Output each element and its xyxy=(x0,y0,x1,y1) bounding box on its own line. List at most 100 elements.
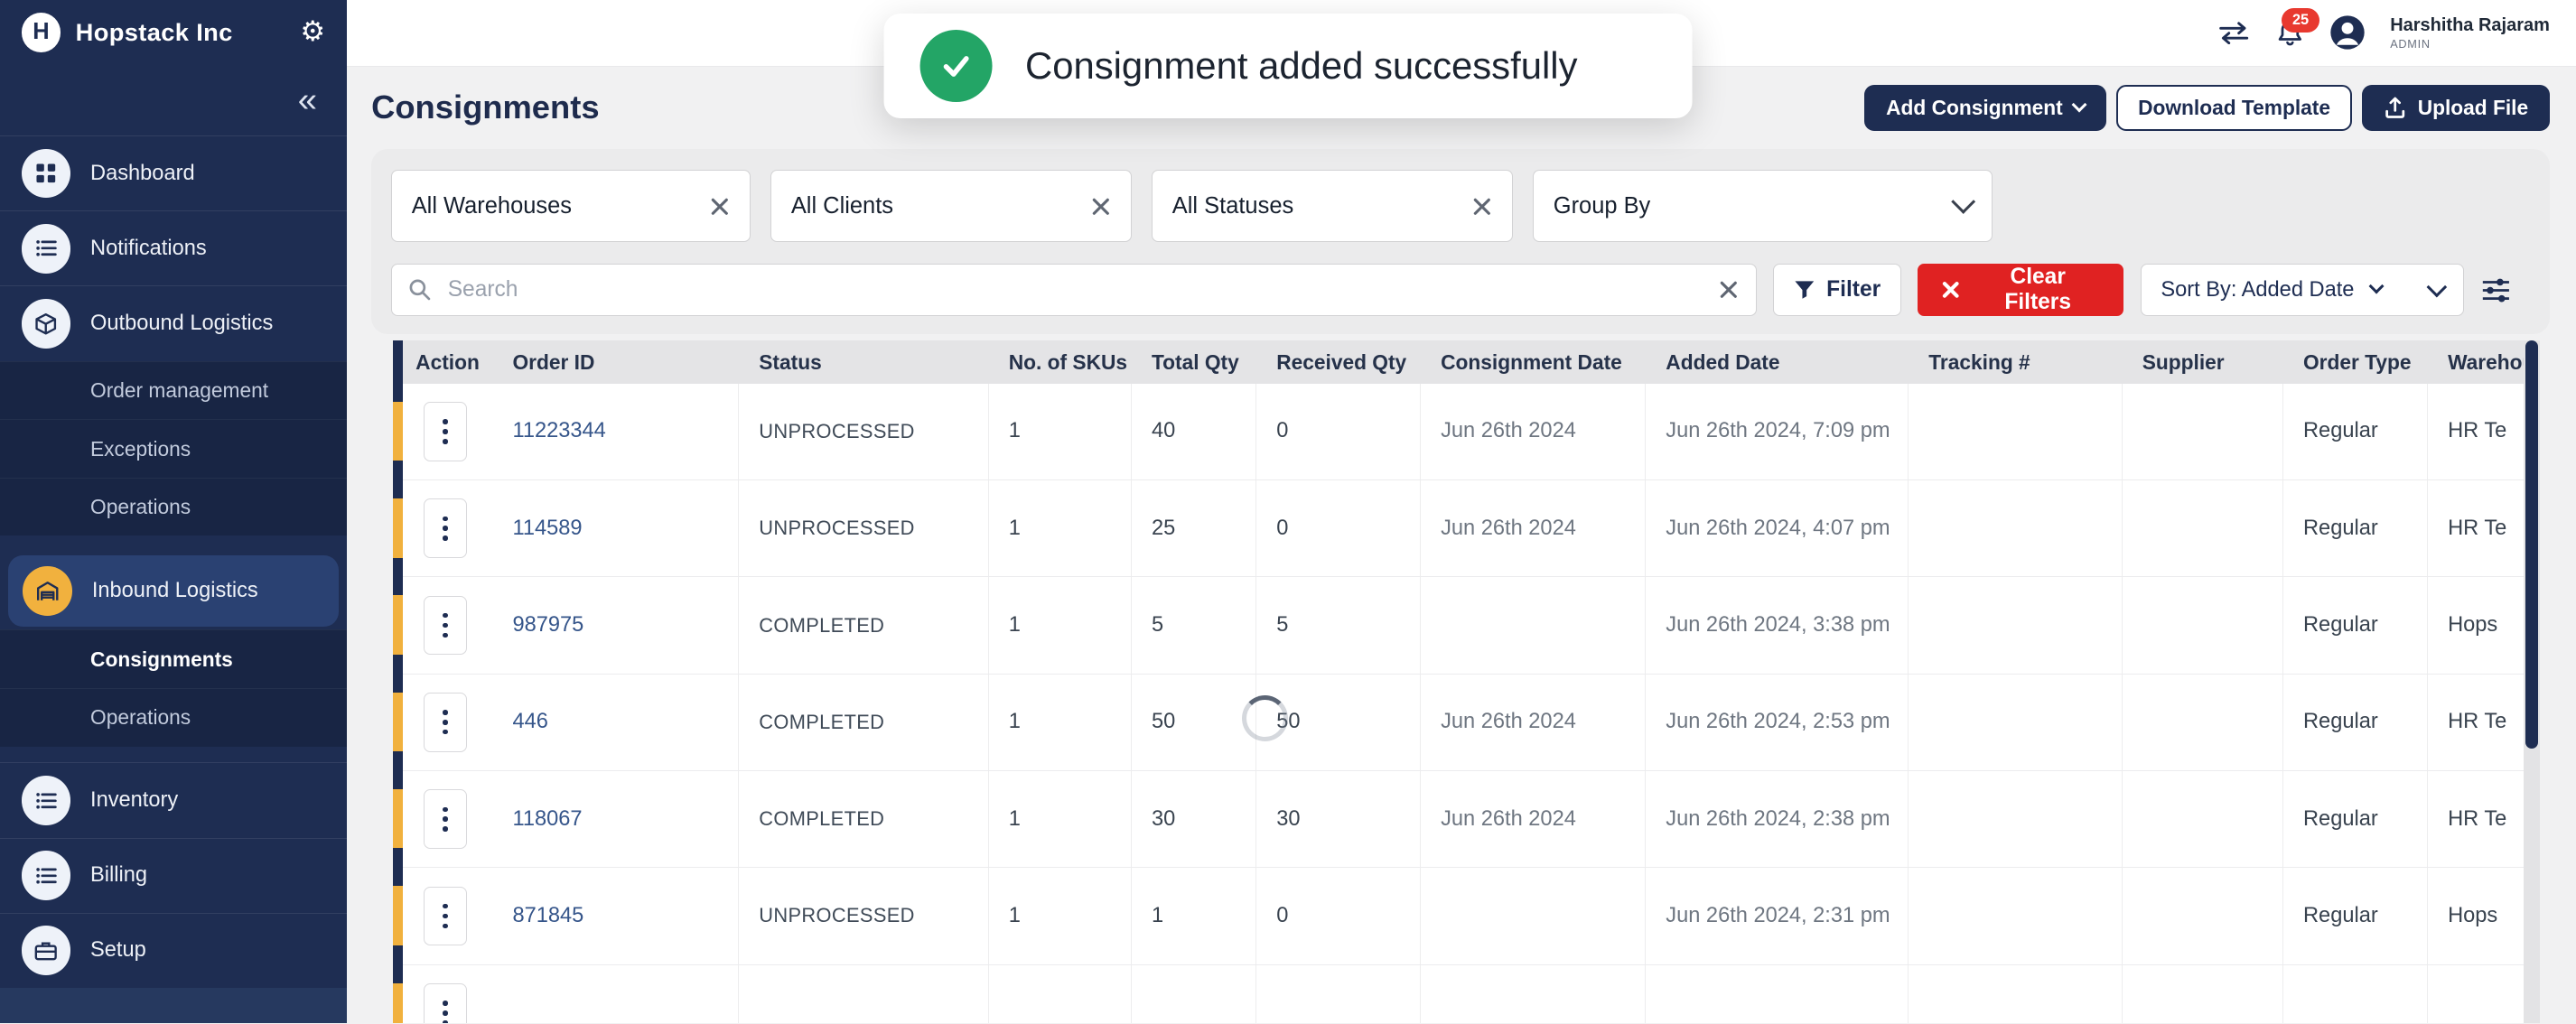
loading-spinner xyxy=(1242,695,1288,741)
row-menu-button[interactable] xyxy=(424,498,466,557)
sidebar-footer-band xyxy=(0,988,347,1023)
sidebar-item-notifications[interactable]: Notifications xyxy=(0,210,347,285)
group-by-select[interactable]: Group By xyxy=(1533,170,1993,242)
warehouse-filter[interactable]: All Warehouses xyxy=(391,170,751,242)
order-id-link[interactable]: 11223344 xyxy=(512,419,605,443)
page-actions: Add Consignment Download Template Upload… xyxy=(1864,85,2550,131)
table-row: 987975 COMPLETED 1 5 5 Jun 26th 2024, 3:… xyxy=(393,577,2524,674)
upload-file-label: Upload File xyxy=(2418,96,2528,120)
skus-cell: 1 xyxy=(989,577,1132,673)
add-consignment-label: Add Consignment xyxy=(1886,96,2063,120)
sort-by-button[interactable]: Sort By: Added Date xyxy=(2141,264,2465,316)
filter-button[interactable]: Filter xyxy=(1773,264,1901,316)
collapse-chevrons-icon[interactable]: « xyxy=(298,80,317,120)
sidebar-item-billing[interactable]: Billing xyxy=(0,838,347,913)
notifications-bell-icon[interactable]: 25 xyxy=(2275,20,2305,46)
consignment-date-cell: Jun 26th 2024 xyxy=(1421,675,1646,770)
sidebar-item-label: Setup xyxy=(90,938,146,963)
row-menu-button[interactable] xyxy=(424,887,466,945)
total-qty-cell: 30 xyxy=(1132,771,1256,867)
order-type-cell: Regular xyxy=(2283,480,2428,576)
supplier-cell xyxy=(2123,965,2283,1024)
sidebar-gap xyxy=(0,535,347,552)
clear-filters-button[interactable]: Clear Filters xyxy=(1918,264,2123,316)
search-icon xyxy=(408,278,431,301)
received-qty-cell: 0 xyxy=(1256,384,1421,479)
sidebar-item-dashboard[interactable]: Dashboard xyxy=(0,135,347,210)
success-toast: Consignment added successfully xyxy=(884,14,1693,118)
page-title: Consignments xyxy=(371,88,600,126)
order-id-link[interactable]: 118067 xyxy=(512,807,582,832)
search-box xyxy=(391,264,1757,316)
sidebar-item-inbound-logistics[interactable]: Inbound Logistics xyxy=(8,555,339,627)
search-input[interactable] xyxy=(444,275,1704,304)
supplier-cell xyxy=(2123,868,2283,963)
consignment-date-cell xyxy=(1421,577,1646,673)
skus-cell: 1 xyxy=(989,384,1132,479)
total-qty-cell xyxy=(1132,965,1256,1024)
sidebar-item-outbound-logistics[interactable]: Outbound Logistics xyxy=(0,285,347,360)
add-consignment-button[interactable]: Add Consignment xyxy=(1864,85,2106,131)
settings-gear-icon[interactable]: ⚙ xyxy=(300,18,325,46)
sidebar-item-label: Outbound Logistics xyxy=(90,312,273,336)
table-row: 114589 UNPROCESSED 1 25 0 Jun 26th 2024 … xyxy=(393,480,2524,577)
clear-warehouse-filter-icon[interactable] xyxy=(709,196,731,218)
subitem-label: Order management xyxy=(90,378,268,403)
order-type-cell: Regular xyxy=(2283,771,2428,867)
transfer-arrows-icon[interactable] xyxy=(2217,22,2250,44)
row-menu-button[interactable] xyxy=(424,402,466,461)
sidebar-item-outbound-operations[interactable]: Operations xyxy=(0,478,347,536)
order-id-link[interactable]: 114589 xyxy=(512,517,582,541)
column-header: Tracking # xyxy=(1909,350,2122,375)
scrollbar-thumb[interactable] xyxy=(2525,340,2539,748)
user-avatar[interactable] xyxy=(2329,14,2366,51)
added-date-cell: Jun 26th 2024, 7:09 pm xyxy=(1646,384,1909,479)
billing-list-icon xyxy=(22,851,71,900)
status-cell: COMPLETED xyxy=(739,675,988,770)
clear-search-icon[interactable] xyxy=(1718,279,1740,301)
sidebar-item-label: Inventory xyxy=(90,788,178,813)
download-template-button[interactable]: Download Template xyxy=(2116,85,2352,131)
client-filter[interactable]: All Clients xyxy=(770,170,1132,242)
main-area: 25 Harshitha Rajaram ADMIN Consignments … xyxy=(347,0,2576,1023)
added-date-cell xyxy=(1646,965,1909,1024)
column-header: Consignment Date xyxy=(1421,350,1646,375)
status-filter[interactable]: All Statuses xyxy=(1152,170,1513,242)
status-filter-value: All Statuses xyxy=(1172,193,1293,219)
row-menu-button[interactable] xyxy=(424,983,466,1023)
sidebar-item-consignments[interactable]: Consignments xyxy=(0,629,347,688)
sort-by-label: Sort By: Added Date xyxy=(2161,278,2354,303)
consignment-date-cell xyxy=(1421,868,1646,963)
row-menu-button[interactable] xyxy=(424,693,466,751)
inventory-list-icon xyxy=(22,776,71,825)
upload-file-button[interactable]: Upload File xyxy=(2362,85,2550,131)
order-id-link[interactable]: 446 xyxy=(512,710,547,734)
order-id-link[interactable]: 871845 xyxy=(512,904,583,928)
search-filter-row: Filter Clear Filters Sort By: Added Date xyxy=(391,264,2530,316)
received-qty-cell xyxy=(1256,965,1421,1024)
sidebar-item-inventory[interactable]: Inventory xyxy=(0,762,347,837)
warehouse-cell: HR Te xyxy=(2428,480,2524,576)
column-settings-sliders-icon[interactable] xyxy=(2481,277,2511,303)
warehouse-cell: HR Te xyxy=(2428,771,2524,867)
skus-cell: 1 xyxy=(989,771,1132,867)
clear-status-filter-icon[interactable] xyxy=(1471,196,1493,218)
row-menu-button[interactable] xyxy=(424,789,466,848)
row-menu-button[interactable] xyxy=(424,596,466,655)
table-row: 446 COMPLETED 1 50 50 Jun 26th 2024 Jun … xyxy=(393,675,2524,771)
clear-client-filter-icon[interactable] xyxy=(1090,196,1112,218)
sidebar-collapse-control[interactable]: « xyxy=(0,64,347,135)
consignment-date-cell: Jun 26th 2024 xyxy=(1421,480,1646,576)
status-cell: UNPROCESSED xyxy=(739,480,988,576)
dashboard-icon xyxy=(22,149,71,199)
status-cell xyxy=(739,965,988,1024)
sidebar-item-inbound-operations[interactable]: Operations xyxy=(0,688,347,747)
outbound-submenu: Order management Exceptions Operations xyxy=(0,361,347,536)
sidebar-item-setup[interactable]: Setup xyxy=(0,913,347,988)
table-row: 11223344 UNPROCESSED 1 40 0 Jun 26th 202… xyxy=(393,384,2524,480)
warehouse-filter-value: All Warehouses xyxy=(412,193,572,219)
status-cell: COMPLETED xyxy=(739,771,988,867)
sidebar-item-exceptions[interactable]: Exceptions xyxy=(0,419,347,478)
order-id-link[interactable]: 987975 xyxy=(512,613,583,638)
sidebar-item-order-management[interactable]: Order management xyxy=(0,361,347,420)
